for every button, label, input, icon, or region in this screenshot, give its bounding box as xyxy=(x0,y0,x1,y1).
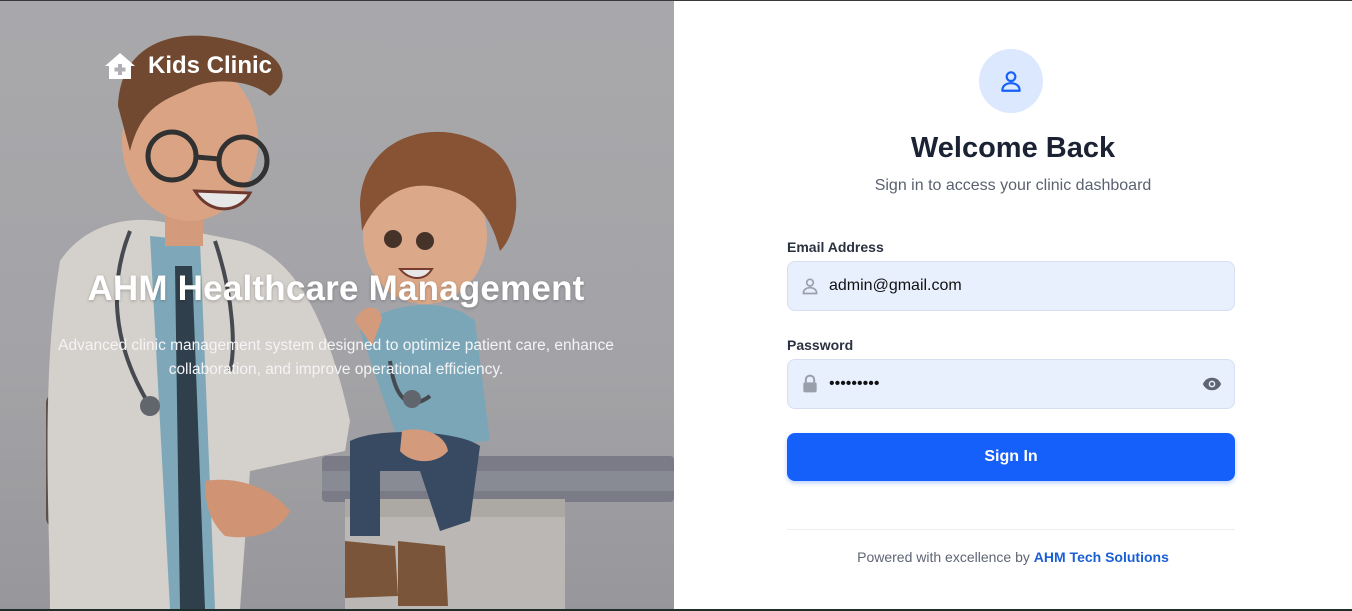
lock-icon xyxy=(803,374,817,393)
avatar xyxy=(979,49,1043,113)
welcome-subheading: Sign in to access your clinic dashboard xyxy=(874,177,1152,194)
footer: Powered with excellence by AHM Tech Solu… xyxy=(674,549,1352,565)
password-field-wrapper[interactable] xyxy=(787,359,1235,409)
password-input[interactable] xyxy=(829,360,1202,408)
user-icon xyxy=(802,278,818,295)
email-input[interactable] xyxy=(829,262,1234,310)
welcome-heading: Welcome Back xyxy=(910,132,1116,164)
sign-in-button[interactable]: Sign In xyxy=(787,433,1235,481)
login-panel: Welcome Back Sign in to access your clin… xyxy=(674,1,1352,609)
brand: Kids Clinic xyxy=(104,51,272,81)
hero-title: AHM Healthcare Management xyxy=(87,269,585,308)
hero-subtitle: Advanced clinic management system design… xyxy=(58,337,614,378)
email-label: Email Address xyxy=(787,239,884,255)
footer-company-link[interactable]: AHM Tech Solutions xyxy=(1034,549,1169,565)
footer-divider xyxy=(787,529,1235,530)
eye-icon[interactable] xyxy=(1202,374,1222,394)
hero-panel: Kids Clinic AHM Healthcare Management Ad… xyxy=(0,1,674,609)
brand-name: Kids Clinic xyxy=(148,52,273,79)
user-icon xyxy=(1001,71,1021,92)
email-field-wrapper[interactable] xyxy=(787,261,1235,311)
password-label: Password xyxy=(787,337,854,353)
clinic-house-icon xyxy=(105,53,135,79)
footer-text: Powered with excellence by xyxy=(857,549,1030,565)
